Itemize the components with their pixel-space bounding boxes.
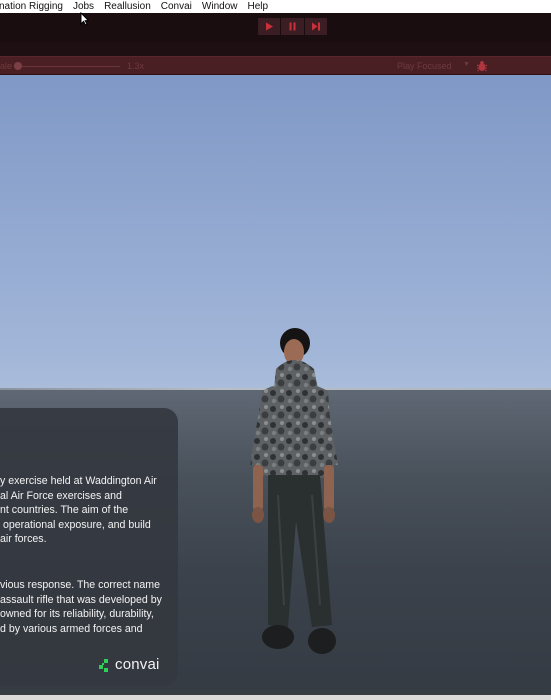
bug-icon[interactable]: [476, 60, 488, 72]
menu-help[interactable]: Help: [242, 0, 273, 13]
scale-slider-handle[interactable]: [14, 62, 22, 70]
avatar-character: [250, 328, 338, 654]
chevron-down-icon: ▼: [463, 61, 470, 68]
play-mode-dropdown[interactable]: Play Focused: [397, 61, 452, 71]
cursor-icon: [80, 12, 89, 26]
menu-reallusion[interactable]: Reallusion: [99, 0, 156, 13]
menu-animation-rigging[interactable]: nation Rigging: [0, 0, 68, 13]
chat-message: y exercise held at Waddington Air al Air…: [0, 475, 157, 545]
scale-slider-track[interactable]: [18, 66, 120, 67]
scale-label: ale: [0, 61, 13, 71]
play-icon: [265, 22, 273, 31]
play-controls: [258, 18, 327, 35]
toolbar-divider: [0, 42, 551, 56]
step-icon: [311, 22, 320, 31]
chat-panel: y exercise held at Waddington Air al Air…: [0, 408, 178, 686]
status-bar: [0, 695, 551, 700]
convai-wordmark: convai: [115, 656, 160, 673]
convai-logo-icon: [99, 658, 108, 672]
step-button[interactable]: [304, 18, 327, 35]
pause-icon: [289, 22, 296, 31]
scale-value: 1.3x: [127, 61, 145, 71]
convai-logo: convai: [99, 656, 160, 673]
menu-convai[interactable]: Convai: [156, 0, 197, 13]
play-button[interactable]: [258, 18, 281, 35]
pause-button[interactable]: [281, 18, 304, 35]
chat-message: vious response. The correct name assault…: [0, 579, 162, 635]
game-view-header: ale 1.3x Play Focused ▼: [0, 56, 551, 75]
menu-window[interactable]: Window: [197, 0, 243, 13]
game-viewport[interactable]: y exercise held at Waddington Air al Air…: [0, 75, 551, 695]
